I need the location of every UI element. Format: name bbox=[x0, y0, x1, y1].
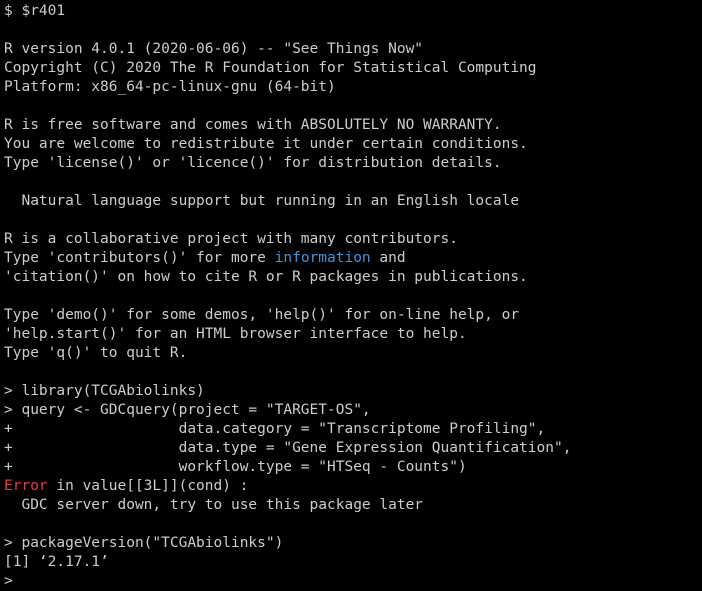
banner-platform: Platform: x86_64-pc-linux-gnu (64-bit) bbox=[4, 79, 336, 95]
r-continuation-category: + data.category = "Transcriptome Profili… bbox=[4, 421, 546, 437]
banner-collaborative: R is a collaborative project with many c… bbox=[4, 231, 458, 247]
shell-prompt: $ bbox=[4, 3, 13, 19]
banner-locale: Natural language support but running in … bbox=[4, 193, 520, 209]
banner-copyright: Copyright (C) 2020 The R Foundation for … bbox=[4, 60, 537, 76]
information-link[interactable]: information bbox=[275, 250, 371, 266]
r-command-query: > query <- GDCquery(project = "TARGET-OS… bbox=[4, 402, 371, 418]
banner-version: R version 4.0.1 (2020-06-06) -- "See Thi… bbox=[4, 41, 424, 57]
r-input-prompt[interactable]: > bbox=[4, 572, 702, 591]
r-command-package-version: > packageVersion("TCGAbiolinks") bbox=[4, 535, 284, 551]
banner-redistribute: You are welcome to redistribute it under… bbox=[4, 136, 528, 152]
shell-command-line: $ $r401 bbox=[4, 2, 702, 21]
banner-quit: Type 'q()' to quit R. bbox=[4, 345, 188, 361]
r-output-version: [1] ‘2.17.1’ bbox=[4, 554, 109, 570]
terminal-window[interactable]: $ $r401 R version 4.0.1 (2020-06-06) -- … bbox=[0, 0, 702, 591]
banner-demo: Type 'demo()' for some demos, 'help()' f… bbox=[4, 307, 520, 323]
error-line: Error in value[[3L]](cond) : bbox=[4, 477, 702, 496]
banner-contributors: Type 'contributors()' for more informati… bbox=[4, 249, 702, 268]
error-label: Error bbox=[4, 478, 48, 494]
r-continuation-type: + data.type = "Gene Expression Quantific… bbox=[4, 440, 572, 456]
banner-warranty: R is free software and comes with ABSOLU… bbox=[4, 117, 502, 133]
r-command-library: > library(TCGAbiolinks) bbox=[4, 383, 205, 399]
error-location: in value[[3L]](cond) : bbox=[47, 478, 249, 494]
error-message: GDC server down, try to use this package… bbox=[4, 497, 424, 513]
r-continuation-workflow: + workflow.type = "HTSeq - Counts") bbox=[4, 459, 467, 475]
banner-license: Type 'license()' or 'licence()' for dist… bbox=[4, 155, 502, 171]
shell-command: $r401 bbox=[12, 3, 66, 19]
banner-contributors-tail: and bbox=[370, 250, 406, 266]
prompt-symbol: > bbox=[4, 573, 13, 589]
banner-citation: 'citation()' on how to cite R or R packa… bbox=[4, 269, 528, 285]
banner-contributors-text: Type 'contributors()' for more bbox=[4, 250, 275, 266]
banner-help-start: 'help.start()' for an HTML browser inter… bbox=[4, 326, 467, 342]
